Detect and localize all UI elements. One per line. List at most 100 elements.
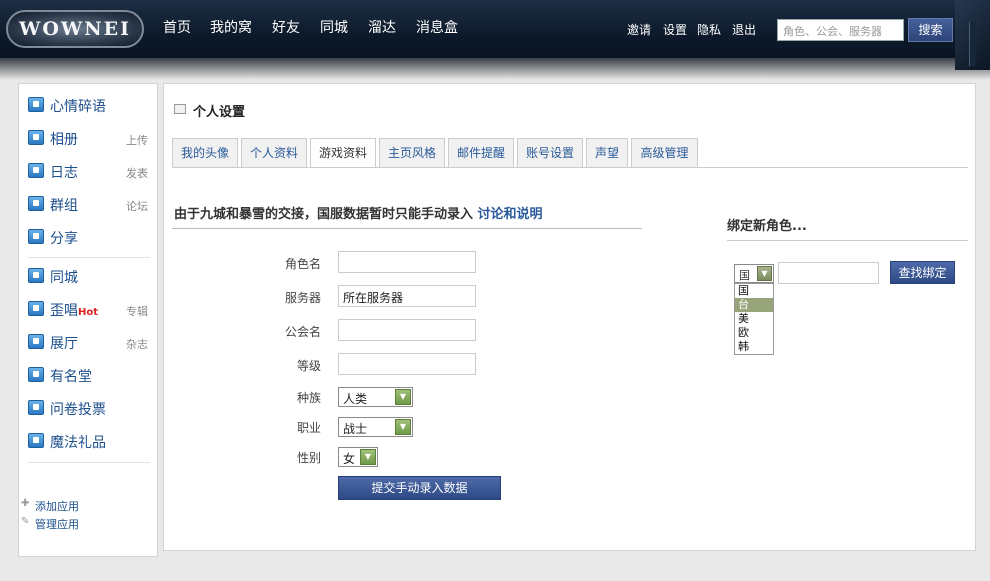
sidebar-item-label: 分享 — [50, 231, 78, 247]
sidebar-divider — [28, 462, 150, 463]
sidebar-item-album[interactable]: 相册 上传 — [28, 127, 150, 149]
find-bind-button[interactable]: 查找绑定 — [890, 261, 955, 284]
profile-card-icon — [174, 104, 186, 114]
util-logout[interactable]: 退出 — [732, 21, 756, 38]
album-icon — [28, 130, 44, 145]
sidebar-item-label: 相册 — [50, 132, 78, 148]
region-dropdown-list: 国 台 美 欧 韩 — [734, 283, 774, 355]
region-option[interactable]: 国 — [735, 284, 773, 298]
tab-avatar[interactable]: 我的头像 — [172, 138, 238, 167]
sidebar-item-label: 同城 — [50, 270, 78, 286]
guild-name-label: 公会名 — [284, 325, 321, 339]
server-label: 服务器 — [284, 291, 321, 305]
region-option-highlighted[interactable]: 台 — [735, 298, 773, 312]
sidebar-item-label: 歪唱Hot — [50, 303, 99, 319]
gift-icon — [28, 433, 44, 448]
region-option[interactable]: 欧 — [735, 326, 773, 340]
sidebar-item-sing[interactable]: 歪唱Hot 专辑 — [28, 298, 150, 320]
bind-divider — [727, 240, 968, 241]
sidebar-item-label: 魔法礼品 — [50, 435, 106, 451]
util-privacy[interactable]: 隐私 — [697, 21, 721, 38]
race-label: 种族 — [296, 391, 321, 405]
site-logo[interactable]: WOWNEI — [6, 10, 144, 48]
sidebar-item-label: 展厅 — [50, 336, 78, 352]
hot-badge: Hot — [78, 307, 99, 318]
sidebar: 心情碎语 相册 上传 日志 发表 群组 论坛 分享 同城 歪唱Hot 专辑 展厅… — [18, 83, 158, 557]
tab-email-alerts[interactable]: 邮件提醒 — [448, 138, 514, 167]
sidebar-item-poll[interactable]: 问卷投票 — [28, 397, 150, 419]
class-select[interactable]: 战士 ▼ — [338, 417, 413, 437]
sidebar-item-label: 日志 — [50, 165, 78, 181]
share-icon — [28, 229, 44, 244]
discussion-link[interactable]: 讨论和说明 — [478, 207, 543, 222]
sidebar-item-local[interactable]: 同城 — [28, 265, 150, 287]
sidebar-item-mood[interactable]: 心情碎语 — [28, 94, 150, 116]
region-option[interactable]: 美 — [735, 312, 773, 326]
search-button[interactable]: 搜索 — [908, 18, 953, 42]
level-label: 等级 — [296, 359, 321, 373]
nav-home[interactable]: 首页 — [163, 17, 191, 37]
tab-game-data[interactable]: 游戏资料 — [310, 138, 376, 168]
bind-character-title: 绑定新角色... — [727, 219, 807, 234]
add-app-link[interactable]: ✚ 添加应用 — [21, 498, 79, 514]
tab-homepage-style[interactable]: 主页风格 — [379, 138, 445, 167]
tab-account[interactable]: 账号设置 — [517, 138, 583, 167]
magazine-link[interactable]: 杂志 — [126, 336, 148, 352]
tab-reputation[interactable]: 声望 — [586, 138, 628, 167]
page-title: 个人设置 — [193, 105, 246, 120]
sidebar-item-share[interactable]: 分享 — [28, 226, 150, 248]
sidebar-item-label: 心情碎语 — [50, 99, 106, 115]
region-select[interactable]: 国 ▼ — [734, 264, 774, 283]
search-input[interactable]: 角色、公会、服务器 — [777, 19, 904, 41]
header-shadow — [0, 58, 990, 80]
sidebar-item-gifts[interactable]: 魔法礼品 — [28, 430, 150, 452]
character-name-label: 角色名 — [284, 257, 321, 271]
manage-app-link[interactable]: ✎ 管理应用 — [21, 516, 79, 532]
publish-link[interactable]: 发表 — [126, 165, 148, 181]
util-invite[interactable]: 邀请 — [627, 21, 651, 38]
gallery-icon — [28, 334, 44, 349]
gender-select[interactable]: 女 ▼ — [338, 447, 378, 467]
poll-icon — [28, 400, 44, 415]
album-link[interactable]: 专辑 — [126, 303, 148, 319]
nav-browse[interactable]: 溜达 — [368, 17, 396, 37]
groups-icon — [28, 196, 44, 211]
sidebar-item-groups[interactable]: 群组 论坛 — [28, 193, 150, 215]
sidebar-item-gallery[interactable]: 展厅 杂志 — [28, 331, 150, 353]
race-select[interactable]: 人类 ▼ — [338, 387, 413, 407]
nav-my-nest[interactable]: 我的窝 — [210, 17, 252, 37]
nav-messages[interactable]: 消息盒 — [416, 17, 458, 37]
forum-link[interactable]: 论坛 — [126, 198, 148, 214]
sidebar-divider — [28, 257, 150, 258]
guild-name-input[interactable] — [338, 319, 476, 341]
level-input[interactable] — [338, 353, 476, 375]
submit-manual-data-button[interactable]: 提交手动录入数据 — [338, 476, 501, 500]
tab-advanced[interactable]: 高级管理 — [631, 138, 698, 167]
class-label: 职业 — [296, 421, 321, 435]
corner-decoration — [955, 0, 990, 70]
upload-link[interactable]: 上传 — [126, 132, 148, 148]
nav-friends[interactable]: 好友 — [272, 17, 300, 37]
sidebar-item-blog[interactable]: 日志 发表 — [28, 160, 150, 182]
chevron-down-icon: ▼ — [757, 266, 772, 281]
main-panel: 个人设置 我的头像 个人资料 游戏资料 主页风格 邮件提醒 账号设置 声望 高级… — [163, 83, 976, 551]
tab-profile[interactable]: 个人资料 — [241, 138, 307, 167]
sidebar-item-label: 有名堂 — [50, 369, 92, 385]
chevron-down-icon: ▼ — [395, 419, 411, 435]
util-settings[interactable]: 设置 — [663, 21, 687, 38]
gender-label: 性别 — [296, 451, 321, 465]
sidebar-item-fame[interactable]: 有名堂 — [28, 364, 150, 386]
tab-underline — [172, 167, 968, 168]
smile-icon — [28, 301, 44, 316]
character-name-input[interactable] — [338, 251, 476, 273]
home-icon — [28, 268, 44, 283]
region-option[interactable]: 韩 — [735, 340, 773, 354]
fame-icon — [28, 367, 44, 382]
plus-icon: ✚ — [21, 498, 30, 509]
nav-local[interactable]: 同城 — [320, 17, 348, 37]
blog-icon — [28, 163, 44, 178]
bind-character-input[interactable] — [778, 262, 879, 284]
server-input[interactable]: 所在服务器 — [338, 285, 476, 307]
chevron-down-icon: ▼ — [395, 389, 411, 405]
notice-divider — [172, 228, 642, 229]
